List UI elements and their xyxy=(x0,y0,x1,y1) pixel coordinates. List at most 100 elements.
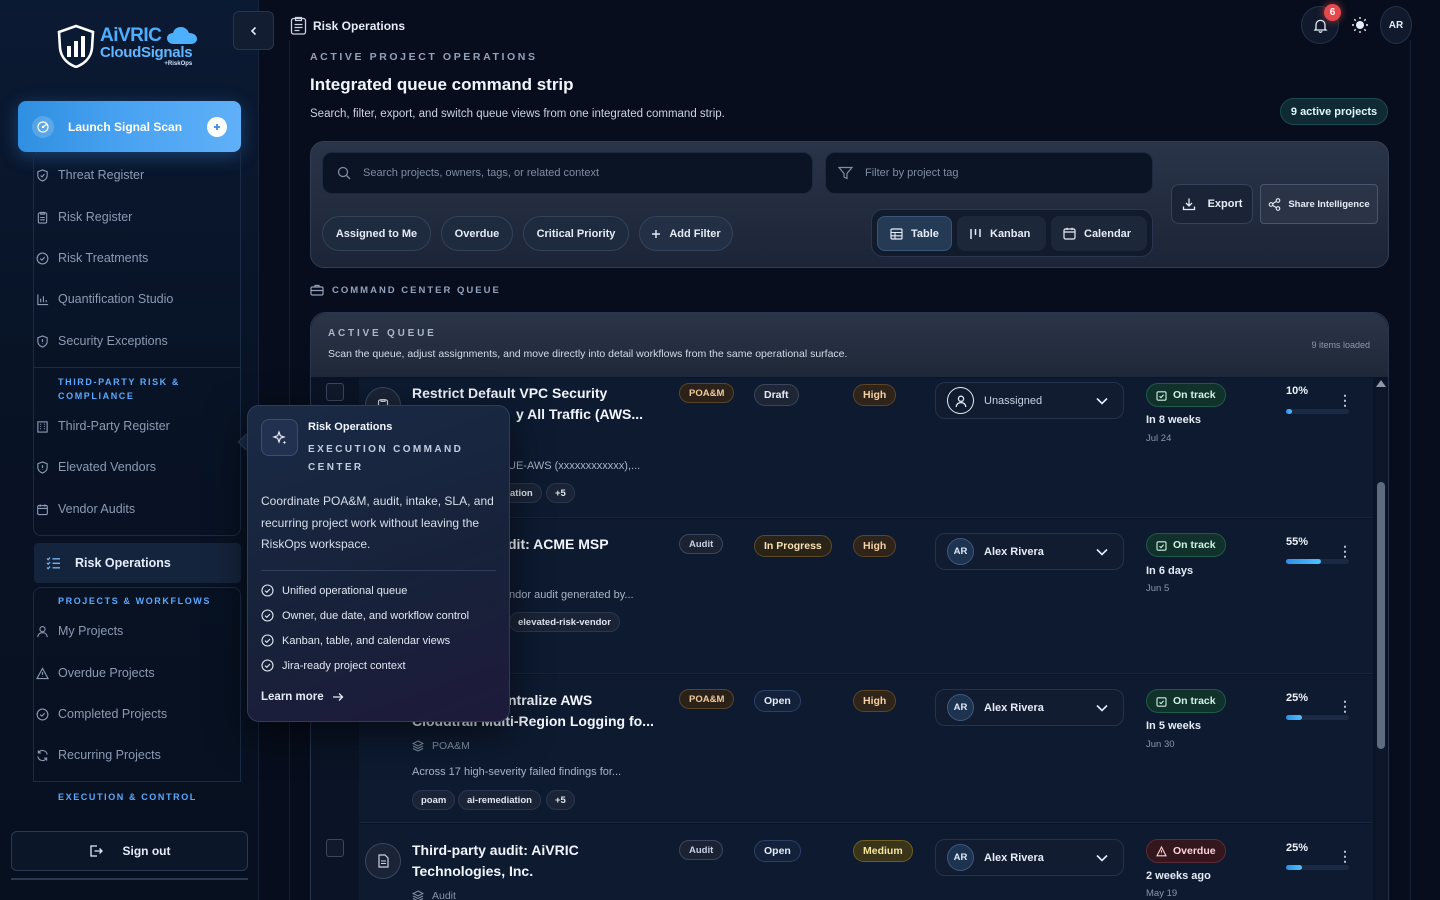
status-label: On track xyxy=(1173,389,1216,401)
shield-logo-icon xyxy=(57,24,95,68)
view-label: Kanban xyxy=(990,227,1031,240)
row-tag[interactable]: poam xyxy=(412,790,456,810)
list-check-icon xyxy=(46,557,60,570)
sidebar-item-label: Risk Operations xyxy=(75,556,171,570)
progress-label: 25% xyxy=(1286,692,1309,704)
assignee-select[interactable]: Unassigned xyxy=(935,382,1124,419)
sign-out-button[interactable]: Sign out xyxy=(11,831,248,871)
due-date: Jun 30 xyxy=(1146,739,1175,750)
state-badge: In Progress xyxy=(754,535,832,557)
view-table-button[interactable]: Table xyxy=(877,216,952,251)
sidebar-item-elevated-vendors[interactable]: Elevated Vendors xyxy=(36,455,156,479)
sidebar-item-label: Vendor Audits xyxy=(58,502,136,516)
row-title[interactable]: dit: ACME MSP xyxy=(508,534,778,555)
sidebar-item-quantification-studio[interactable]: Quantification Studio xyxy=(36,287,173,311)
building-icon xyxy=(37,420,48,433)
sidebar-item-security-exceptions[interactable]: Security Exceptions xyxy=(36,329,168,353)
progress-bar xyxy=(1286,865,1349,870)
sparkle-icon xyxy=(261,419,298,456)
sidebar-item-completed-projects[interactable]: Completed Projects xyxy=(36,702,167,726)
cloud-icon xyxy=(167,27,197,44)
refresh-icon xyxy=(37,749,48,761)
table-icon xyxy=(890,227,903,240)
progress-label: 55% xyxy=(1286,536,1309,548)
layers-icon xyxy=(412,890,424,900)
sidebar-item-vendor-audits[interactable]: Vendor Audits xyxy=(36,497,135,521)
radar-icon xyxy=(32,115,54,138)
row-menu-button[interactable]: ⋮ xyxy=(1338,698,1352,715)
user-avatar-button[interactable]: AR xyxy=(1380,6,1412,44)
row-tag-more[interactable]: +5 xyxy=(546,483,575,503)
search-placeholder: Search projects, owners, tags, or relate… xyxy=(363,167,600,179)
due-date: May 19 xyxy=(1146,888,1178,899)
row-menu-button[interactable]: ⋮ xyxy=(1338,392,1352,409)
row-tag-more[interactable]: +5 xyxy=(546,790,575,810)
chevron-down-icon xyxy=(1096,854,1108,862)
chevron-down-icon xyxy=(1096,548,1108,556)
view-calendar-button[interactable]: Calendar xyxy=(1051,216,1147,251)
assignee-select[interactable]: AR Alex Rivera xyxy=(935,689,1124,726)
row-menu-button[interactable]: ⋮ xyxy=(1338,543,1352,560)
sidebar-item-risk-operations[interactable]: Risk Operations xyxy=(34,543,241,583)
clipboard-icon xyxy=(37,211,48,224)
add-filter-button[interactable]: Add Filter xyxy=(639,216,733,251)
status-label: Overdue xyxy=(1173,845,1216,857)
queue-subtitle: Scan the queue, adjust assignments, and … xyxy=(328,348,848,360)
sidebar-item-recurring-projects[interactable]: Recurring Projects xyxy=(36,743,161,767)
share-intelligence-button[interactable]: Share Intelligence xyxy=(1260,184,1378,224)
row-checkbox[interactable] xyxy=(326,839,344,857)
shield-icon xyxy=(37,460,48,474)
popover-feature: Owner, due date, and workflow control xyxy=(261,609,469,622)
export-button[interactable]: Export xyxy=(1171,184,1253,224)
view-kanban-button[interactable]: Kanban xyxy=(957,216,1046,251)
view-label: Table xyxy=(911,227,939,240)
collapse-sidebar-button[interactable] xyxy=(233,11,274,50)
search-input[interactable]: Search projects, owners, tags, or relate… xyxy=(322,152,813,194)
launch-signal-scan-button[interactable]: Launch Signal Scan xyxy=(18,101,241,152)
assignee-name: Unassigned xyxy=(984,394,1043,407)
sidebar-item-label: Overdue Projects xyxy=(58,666,155,680)
sidebar-item-label: Security Exceptions xyxy=(58,334,168,348)
row-meta-label: POA&M xyxy=(432,740,470,752)
sidebar-item-risk-treatments[interactable]: Risk Treatments xyxy=(36,246,148,270)
chip-assigned-to-me[interactable]: Assigned to Me xyxy=(322,216,431,251)
progress-fill xyxy=(1286,715,1302,720)
sidebar-item-my-projects[interactable]: My Projects xyxy=(36,619,123,643)
theme-toggle-button[interactable] xyxy=(1341,6,1379,44)
scroll-up-arrow[interactable] xyxy=(1376,380,1386,387)
layers-icon xyxy=(412,740,424,752)
row-checkbox[interactable] xyxy=(326,383,344,401)
row-tag[interactable]: elevated-risk-vendor xyxy=(509,612,620,632)
scrollbar-thumb[interactable] xyxy=(1377,482,1385,749)
learn-more-link[interactable]: Learn more xyxy=(261,691,344,703)
popover-divider xyxy=(261,570,496,571)
tag-filter-input[interactable]: Filter by project tag xyxy=(825,152,1153,194)
sidebar-footer-line xyxy=(11,878,248,880)
sidebar-item-label: Third-Party Register xyxy=(58,419,170,433)
row-menu-button[interactable]: ⋮ xyxy=(1338,848,1352,865)
sidebar-item-label: Recurring Projects xyxy=(58,748,161,762)
row-title[interactable]: Third-party audit: AiVRIC Technologies, … xyxy=(412,840,682,882)
assignee-select[interactable]: AR Alex Rivera xyxy=(935,533,1124,570)
row-tag[interactable]: ation xyxy=(505,483,542,503)
due-date: Jun 5 xyxy=(1146,583,1170,594)
sidebar-item-third-party-register[interactable]: Third-Party Register xyxy=(36,414,170,438)
priority-badge: Medium xyxy=(853,840,913,862)
assignee-avatar: AR xyxy=(947,538,974,565)
type-badge: POA&M xyxy=(679,689,735,709)
due-relative: In 5 weeks xyxy=(1146,720,1202,732)
assignee-name: Alex Rivera xyxy=(984,701,1044,714)
check-circle-icon xyxy=(261,659,274,672)
brand-logo[interactable]: AiVRIC CloudSignals +RiskOps xyxy=(56,24,197,68)
sidebar-item-threat-register[interactable]: Threat Register xyxy=(36,163,144,187)
sidebar-item-overdue-projects[interactable]: Overdue Projects xyxy=(36,661,155,685)
sidebar-item-risk-register[interactable]: Risk Register xyxy=(36,205,132,229)
chip-label: Critical Priority xyxy=(536,227,616,240)
row-tag[interactable]: ai-remediation xyxy=(458,790,541,810)
chip-critical-priority[interactable]: Critical Priority xyxy=(523,216,629,251)
due-relative: In 6 days xyxy=(1146,565,1194,577)
progress-bar xyxy=(1286,409,1349,414)
sidebar-item-label: Completed Projects xyxy=(58,707,168,721)
assignee-select[interactable]: AR Alex Rivera xyxy=(935,839,1124,876)
chip-overdue[interactable]: Overdue xyxy=(441,216,513,251)
